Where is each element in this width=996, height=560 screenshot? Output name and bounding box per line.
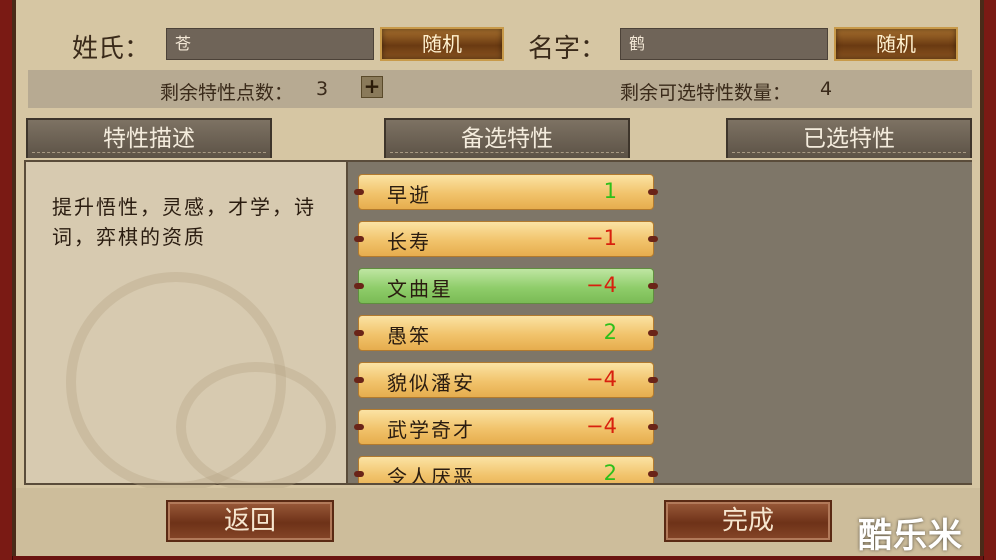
cord-knot-icon (648, 424, 658, 430)
trait-row[interactable]: 早逝 1 (354, 174, 658, 210)
cord-knot-icon (354, 189, 364, 195)
cord-knot-icon (648, 283, 658, 289)
tab-selected-traits[interactable]: 已选特性 (726, 118, 972, 158)
random-given-name-button[interactable]: 随机 (834, 27, 958, 61)
cord-knot-icon (648, 471, 658, 477)
random-surname-button[interactable]: 随机 (380, 27, 504, 61)
trait-row[interactable]: 文曲星 −4 (354, 268, 658, 304)
trait-description-panel: 提升悟性，灵感，才学，诗词，弈棋的资质 (24, 160, 348, 492)
surname-input[interactable]: 苍 (166, 28, 374, 60)
trait-cost: 2 (603, 320, 617, 344)
trait-description-text: 提升悟性，灵感，才学，诗词，弈棋的资质 (52, 195, 316, 249)
trait-row[interactable]: 愚笨 2 (354, 315, 658, 351)
tab-available-traits[interactable]: 备选特性 (384, 118, 630, 158)
cloud-pattern-decoration (176, 362, 336, 492)
add-point-button[interactable]: + (361, 76, 383, 98)
trait-name: 文曲星 (387, 277, 453, 301)
watermark-logo: 酷乐米 (858, 516, 963, 556)
trait-row[interactable]: 长寿 −1 (354, 221, 658, 257)
right-border-decoration (983, 0, 996, 560)
trait-cost: 1 (603, 179, 617, 203)
trait-list-area: 早逝 1 长寿 −1 文曲星 −4 愚笨 2 貌似潘安 −4 武学奇才 −4 令人厌恶 2 (348, 160, 972, 485)
trait-name: 愚笨 (387, 324, 431, 348)
cord-knot-icon (354, 471, 364, 477)
trait-name: 貌似潘安 (387, 371, 475, 395)
cord-knot-icon (648, 330, 658, 336)
given-name-input[interactable]: 鹤 (620, 28, 828, 60)
trait-cost: −4 (586, 367, 617, 391)
given-name-label: 名字： (528, 34, 607, 64)
trait-row[interactable]: 武学奇才 −4 (354, 409, 658, 445)
remaining-points-value: 3 (316, 78, 329, 100)
trait-name: 早逝 (387, 183, 431, 207)
remaining-points-label: 剩余特性点数： (160, 82, 294, 104)
trait-cost: −1 (586, 226, 617, 250)
cord-knot-icon (354, 330, 364, 336)
back-button[interactable]: 返回 (166, 500, 334, 542)
tab-trait-description[interactable]: 特性描述 (26, 118, 272, 158)
cord-knot-icon (354, 377, 364, 383)
trait-cost: 2 (603, 461, 617, 485)
cord-knot-icon (648, 236, 658, 242)
remaining-selectable-value: 4 (820, 78, 833, 100)
trait-row[interactable]: 貌似潘安 −4 (354, 362, 658, 398)
trait-name: 令人厌恶 (387, 465, 475, 485)
trait-name: 武学奇才 (387, 418, 475, 442)
bottom-bar (16, 488, 980, 556)
trait-row[interactable]: 令人厌恶 2 (354, 456, 658, 485)
cord-knot-icon (648, 377, 658, 383)
trait-cost: −4 (586, 273, 617, 297)
cord-knot-icon (354, 236, 364, 242)
cord-knot-icon (648, 189, 658, 195)
remaining-selectable-label: 剩余可选特性数量： (620, 82, 792, 104)
cord-knot-icon (354, 283, 364, 289)
trait-name: 长寿 (387, 230, 431, 254)
done-button[interactable]: 完成 (664, 500, 832, 542)
trait-cost: −4 (586, 414, 617, 438)
surname-label: 姓氏： (72, 34, 151, 64)
cord-knot-icon (354, 424, 364, 430)
